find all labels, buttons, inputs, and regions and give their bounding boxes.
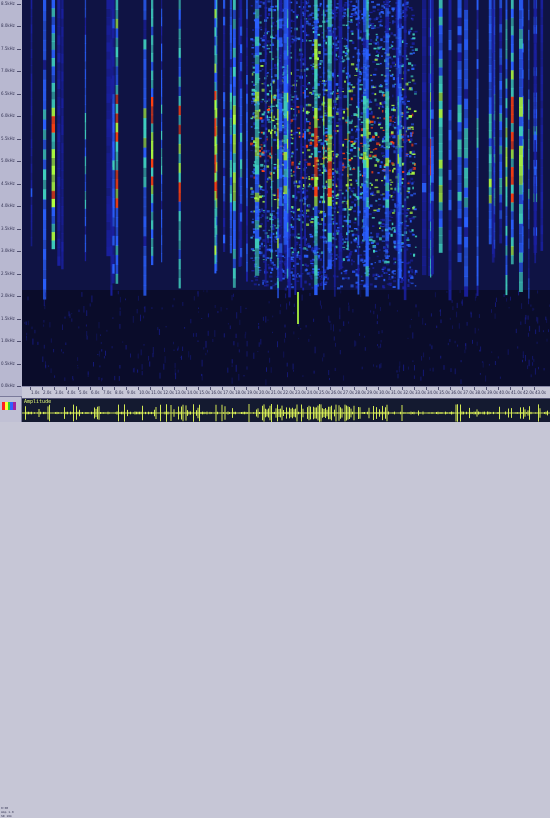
- time-label: 27.0s: [343, 390, 354, 395]
- time-label: 17.0s: [223, 390, 234, 395]
- freq-tickmark: [17, 161, 21, 162]
- freq-tickmark: [17, 116, 21, 117]
- side-info-line3: SR 16k: [1, 814, 14, 818]
- freq-label: 2.5kHz: [1, 272, 15, 276]
- freq-label: 1.5kHz: [1, 317, 15, 321]
- freq-tickmark: [17, 26, 21, 27]
- freq-label: 3.5kHz: [1, 227, 15, 231]
- freq-tickmark: [17, 139, 21, 140]
- time-label: 10.0s: [139, 390, 150, 395]
- time-label: 16.0s: [211, 390, 222, 395]
- spectrogram-app: 8.5kHz 8.0kHz 7.5kHz 7.0kHz 6.5kHz 6.0kHz 5.5k…: [0, 0, 550, 422]
- time-label: 21.0s: [271, 390, 282, 395]
- time-label: 7.0s: [103, 390, 111, 395]
- spectrogram-marker: [297, 292, 299, 324]
- freq-tickmark: [17, 206, 21, 207]
- freq-label: 5.0kHz: [1, 159, 15, 163]
- time-label: 8.0s: [115, 390, 123, 395]
- time-label: 11.0s: [151, 390, 162, 395]
- freq-label: 8.5kHz: [1, 2, 15, 6]
- colormap-swatch-icon: [2, 402, 16, 410]
- freq-label: 0.0kHz: [1, 384, 15, 388]
- waveform-canvas: [22, 399, 550, 422]
- time-label: 30.0s: [379, 390, 390, 395]
- freq-tickmark: [17, 274, 21, 275]
- freq-label: 4.0kHz: [1, 204, 15, 208]
- time-label: 26.0s: [331, 390, 342, 395]
- freq-tickmark: [17, 386, 21, 387]
- time-label: 14.0s: [187, 390, 198, 395]
- spectrogram-view[interactable]: [22, 0, 550, 386]
- freq-label: 2.0kHz: [1, 294, 15, 298]
- time-label: 38.0s: [475, 390, 486, 395]
- freq-tickmark: [17, 341, 21, 342]
- time-label: 15.0s: [199, 390, 210, 395]
- freq-tickmark: [17, 319, 21, 320]
- time-label: 41.0s: [511, 390, 522, 395]
- time-label: 40.0s: [499, 390, 510, 395]
- freq-label: 7.5kHz: [1, 47, 15, 51]
- time-label: 37.0s: [463, 390, 474, 395]
- time-label: 22.0s: [283, 390, 294, 395]
- freq-label: 0.5kHz: [1, 362, 15, 366]
- freq-tickmark: [17, 296, 21, 297]
- time-label: 42.0s: [523, 390, 534, 395]
- freq-tickmark: [17, 184, 21, 185]
- time-label: 6.0s: [91, 390, 99, 395]
- freq-label: 6.0kHz: [1, 114, 15, 118]
- time-label: 31.0s: [391, 390, 402, 395]
- time-axis: 1.0s 2.0s 3.0s 4.0s 5.0s 6.0s 7.0s 8.0s 9.0s 10.0…: [22, 386, 550, 398]
- frequency-axis: 8.5kHz 8.0kHz 7.5kHz 7.0kHz 6.5kHz 6.0kHz 5.5k…: [0, 0, 23, 396]
- time-label: 43.0s: [535, 390, 546, 395]
- time-label: 29.0s: [367, 390, 378, 395]
- time-label: 35.0s: [439, 390, 450, 395]
- time-label: 23.0s: [295, 390, 306, 395]
- time-label: 12.0s: [163, 390, 174, 395]
- freq-tickmark: [17, 229, 21, 230]
- freq-tickmark: [17, 4, 21, 5]
- time-label: 24.0s: [307, 390, 318, 395]
- time-label: 39.0s: [487, 390, 498, 395]
- time-label: 3.0s: [55, 390, 63, 395]
- time-label: 33.0s: [415, 390, 426, 395]
- freq-tickmark: [17, 71, 21, 72]
- freq-tickmark: [17, 364, 21, 365]
- colormap-swatch[interactable]: 0:00 Amp 1.0 SR 16k: [0, 396, 22, 422]
- time-label: 34.0s: [427, 390, 438, 395]
- freq-tickmark: [17, 94, 21, 95]
- freq-label: 6.5kHz: [1, 92, 15, 96]
- freq-label: 7.0kHz: [1, 69, 15, 73]
- freq-label: 8.0kHz: [1, 24, 15, 28]
- time-label: 2.0s: [43, 390, 51, 395]
- freq-tickmark: [17, 49, 21, 50]
- time-label: 5.0s: [79, 390, 87, 395]
- time-label: 9.0s: [127, 390, 135, 395]
- time-label: 1.0s: [31, 390, 39, 395]
- time-label: 28.0s: [355, 390, 366, 395]
- time-label: 4.0s: [67, 390, 75, 395]
- freq-label: 4.5kHz: [1, 182, 15, 186]
- time-label: 13.0s: [175, 390, 186, 395]
- time-label: 19.0s: [247, 390, 258, 395]
- side-info: 0:00 Amp 1.0 SR 16k: [1, 806, 14, 818]
- waveform-panel[interactable]: Amplitude: [22, 398, 550, 422]
- freq-label: 5.5kHz: [1, 137, 15, 141]
- time-label: 25.0s: [319, 390, 330, 395]
- time-label: 18.0s: [235, 390, 246, 395]
- freq-tickmark: [17, 251, 21, 252]
- freq-label: 3.0kHz: [1, 249, 15, 253]
- time-label: 36.0s: [451, 390, 462, 395]
- time-label: 20.0s: [259, 390, 270, 395]
- spectrogram-canvas: [22, 0, 550, 386]
- time-label: 32.0s: [403, 390, 414, 395]
- waveform-label: Amplitude: [24, 399, 51, 405]
- freq-label: 1.0kHz: [1, 339, 15, 343]
